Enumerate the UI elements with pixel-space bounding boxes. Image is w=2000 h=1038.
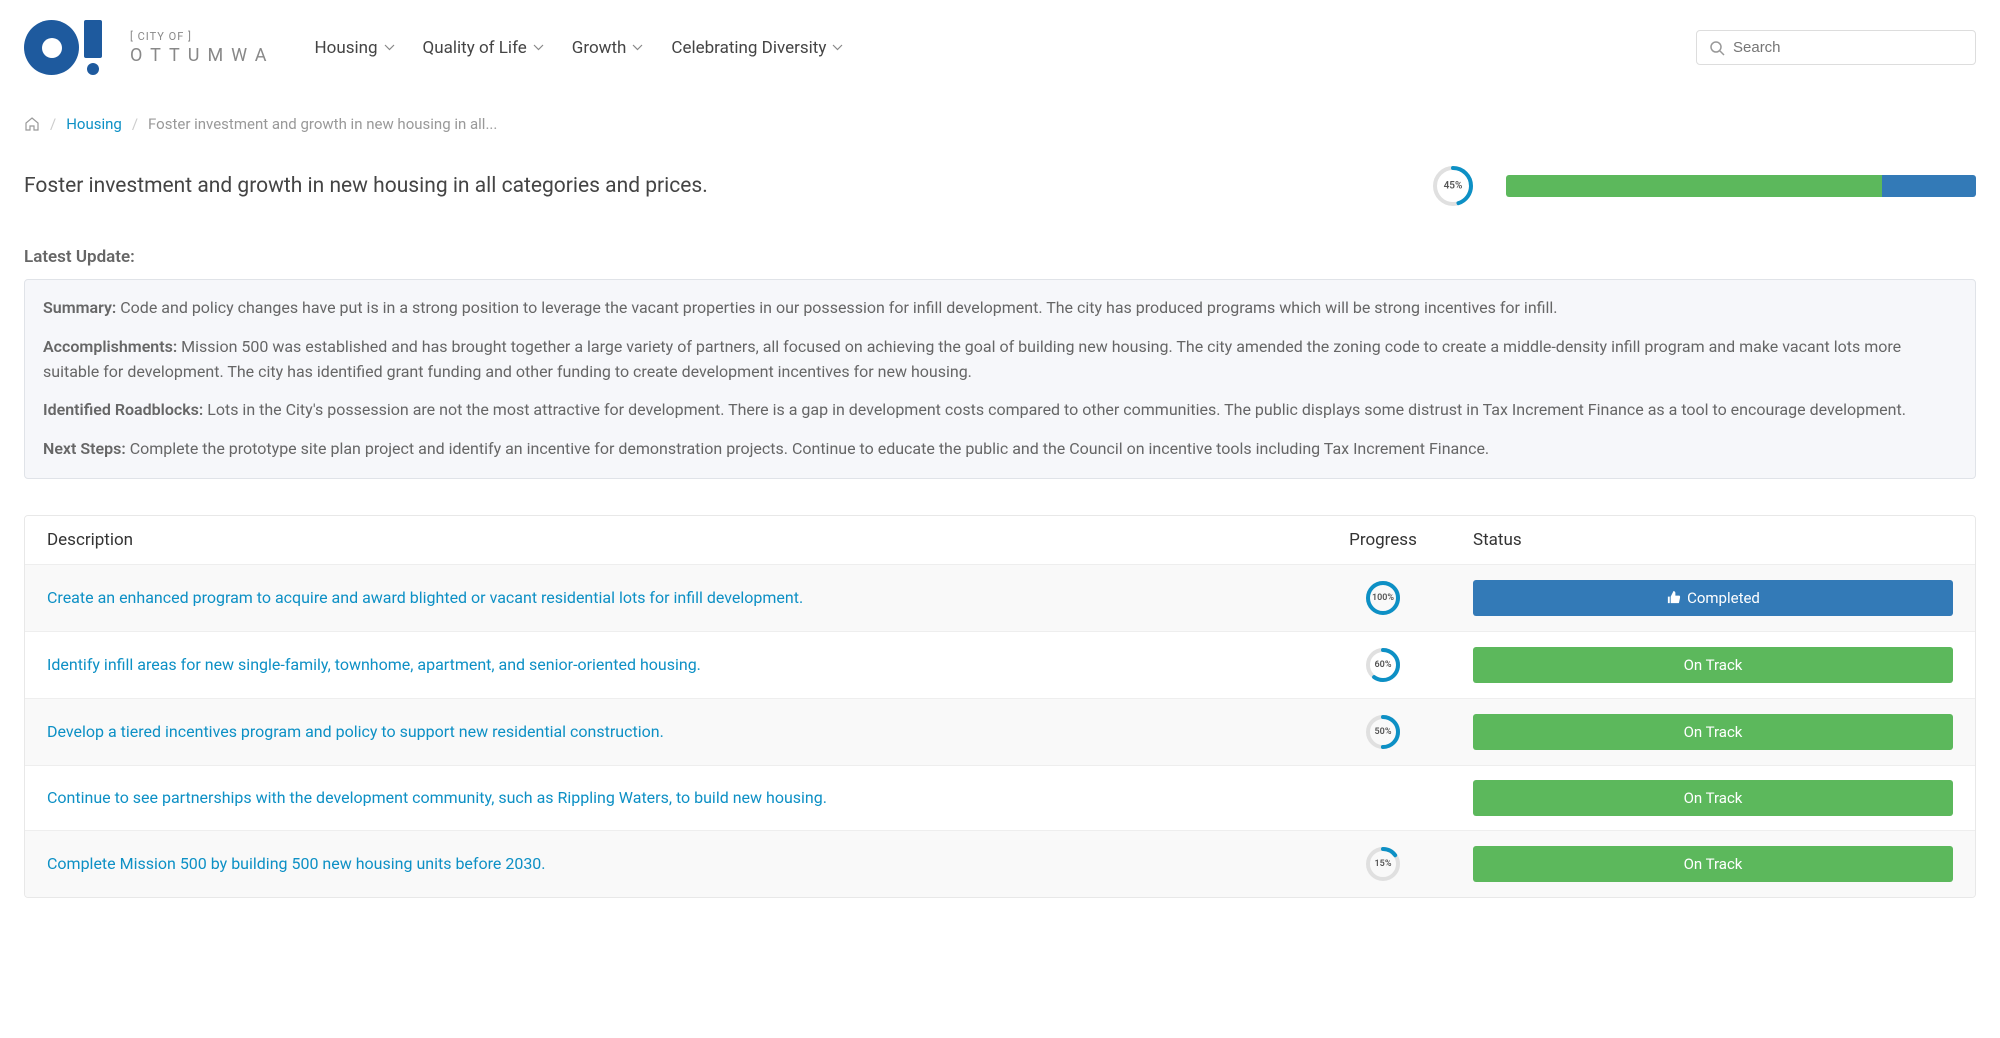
summary-label: Summary: bbox=[43, 298, 116, 317]
page-title: Foster investment and growth in new hous… bbox=[24, 174, 1400, 198]
update-accomplishments: Accomplishments: Mission 500 was establi… bbox=[43, 335, 1957, 385]
status-label: Completed bbox=[1687, 589, 1760, 607]
nav-label: Celebrating Diversity bbox=[671, 38, 826, 58]
initiatives-table: Description Progress Status Create an en… bbox=[24, 515, 1976, 898]
chevron-down-icon bbox=[533, 42, 544, 53]
thumbs-up-icon bbox=[1666, 590, 1681, 605]
logo[interactable]: [ CITY OF ] OTTUMWA bbox=[24, 20, 275, 75]
progress-cell: 100% bbox=[1293, 579, 1473, 617]
table-row: Complete Mission 500 by building 500 new… bbox=[25, 831, 1975, 897]
initiative-link[interactable]: Identify infill areas for new single-fam… bbox=[47, 655, 1293, 674]
logo-title: OTTUMWA bbox=[130, 45, 275, 66]
update-box: Summary: Code and policy changes have pu… bbox=[24, 279, 1976, 479]
breadcrumb: / Housing / Foster investment and growth… bbox=[24, 115, 1976, 133]
roadblocks-label: Identified Roadblocks: bbox=[43, 400, 203, 419]
status-bar-blue bbox=[1882, 175, 1976, 197]
breadcrumb-sep: / bbox=[132, 115, 138, 133]
progress-circle: 15% bbox=[1364, 845, 1402, 883]
overall-progress-circle: 45% bbox=[1432, 165, 1474, 207]
initiative-link[interactable]: Continue to see partnerships with the de… bbox=[47, 788, 1293, 807]
status-label: On Track bbox=[1684, 656, 1743, 674]
table-row: Continue to see partnerships with the de… bbox=[25, 766, 1975, 831]
status-badge: On Track bbox=[1473, 714, 1953, 750]
status-bar-green bbox=[1506, 175, 1882, 197]
status-badge: On Track bbox=[1473, 647, 1953, 683]
status-cell: On Track bbox=[1473, 714, 1953, 750]
accomplishments-label: Accomplishments: bbox=[43, 337, 177, 356]
nav-item-diversity[interactable]: Celebrating Diversity bbox=[671, 38, 843, 58]
initiative-link[interactable]: Complete Mission 500 by building 500 new… bbox=[47, 854, 1293, 873]
breadcrumb-current: Foster investment and growth in new hous… bbox=[148, 115, 497, 133]
progress-circle: 60% bbox=[1364, 646, 1402, 684]
status-cell: Completed bbox=[1473, 580, 1953, 616]
status-cell: On Track bbox=[1473, 780, 1953, 816]
roadblocks-text: Lots in the City's possession are not th… bbox=[203, 400, 1906, 419]
progress-cell: 15% bbox=[1293, 845, 1473, 883]
status-badge: On Track bbox=[1473, 846, 1953, 882]
chevron-down-icon bbox=[384, 42, 395, 53]
status-bar bbox=[1506, 175, 1976, 197]
status-badge: On Track bbox=[1473, 780, 1953, 816]
table-row: Identify infill areas for new single-fam… bbox=[25, 632, 1975, 699]
status-badge: Completed bbox=[1473, 580, 1953, 616]
nav-label: Growth bbox=[572, 38, 627, 58]
header-left: [ CITY OF ] OTTUMWA Housing Quality of L… bbox=[24, 20, 843, 75]
progress-label: 60% bbox=[1375, 660, 1392, 670]
logo-text: [ CITY OF ] OTTUMWA bbox=[130, 30, 275, 66]
home-icon[interactable] bbox=[24, 116, 40, 132]
update-summary: Summary: Code and policy changes have pu… bbox=[43, 296, 1957, 321]
nav-item-housing[interactable]: Housing bbox=[315, 38, 395, 58]
initiative-link[interactable]: Create an enhanced program to acquire an… bbox=[47, 588, 1293, 607]
status-label: On Track bbox=[1684, 855, 1743, 873]
breadcrumb-housing[interactable]: Housing bbox=[66, 115, 122, 133]
header: [ CITY OF ] OTTUMWA Housing Quality of L… bbox=[24, 20, 1976, 75]
nav-label: Housing bbox=[315, 38, 378, 58]
update-roadblocks: Identified Roadblocks: Lots in the City'… bbox=[43, 398, 1957, 423]
chevron-down-icon bbox=[832, 42, 843, 53]
search-input[interactable] bbox=[1733, 39, 1963, 56]
status-cell: On Track bbox=[1473, 846, 1953, 882]
table-row: Create an enhanced program to acquire an… bbox=[25, 565, 1975, 632]
header-progress: Progress bbox=[1293, 530, 1473, 550]
initiative-link[interactable]: Develop a tiered incentives program and … bbox=[47, 722, 1293, 741]
progress-label: 15% bbox=[1375, 859, 1392, 869]
progress-cell: 60% bbox=[1293, 646, 1473, 684]
table-header: Description Progress Status bbox=[25, 516, 1975, 565]
overall-progress-label: 45% bbox=[1444, 181, 1463, 192]
table-row: Develop a tiered incentives program and … bbox=[25, 699, 1975, 766]
summary-text: Code and policy changes have put is in a… bbox=[116, 298, 1557, 317]
search-icon bbox=[1709, 40, 1725, 56]
next-steps-text: Complete the prototype site plan project… bbox=[126, 439, 1489, 458]
nav: Housing Quality of Life Growth Celebrati… bbox=[315, 38, 844, 58]
progress-label: 100% bbox=[1372, 593, 1394, 603]
progress-circle: 100% bbox=[1364, 579, 1402, 617]
nav-item-quality[interactable]: Quality of Life bbox=[423, 38, 544, 58]
logo-subtitle: [ CITY OF ] bbox=[130, 30, 275, 43]
progress-cell: 50% bbox=[1293, 713, 1473, 751]
logo-icon bbox=[24, 20, 114, 75]
nav-label: Quality of Life bbox=[423, 38, 527, 58]
header-description: Description bbox=[47, 530, 1293, 550]
status-label: On Track bbox=[1684, 723, 1743, 741]
progress-circle: 50% bbox=[1364, 713, 1402, 751]
chevron-down-icon bbox=[632, 42, 643, 53]
update-next-steps: Next Steps: Complete the prototype site … bbox=[43, 437, 1957, 462]
title-row: Foster investment and growth in new hous… bbox=[24, 165, 1976, 207]
status-cell: On Track bbox=[1473, 647, 1953, 683]
search-box[interactable] bbox=[1696, 30, 1976, 65]
progress-label: 50% bbox=[1375, 727, 1392, 737]
breadcrumb-sep: / bbox=[50, 115, 56, 133]
nav-item-growth[interactable]: Growth bbox=[572, 38, 644, 58]
header-status: Status bbox=[1473, 530, 1953, 550]
latest-update-heading: Latest Update: bbox=[24, 247, 1976, 267]
next-steps-label: Next Steps: bbox=[43, 439, 126, 458]
accomplishments-text: Mission 500 was established and has brou… bbox=[43, 337, 1901, 381]
status-label: On Track bbox=[1684, 789, 1743, 807]
